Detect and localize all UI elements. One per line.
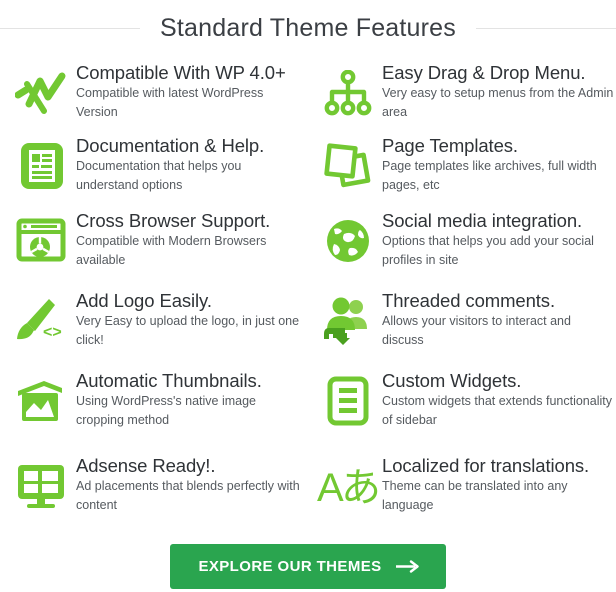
explore-our-themes-button[interactable]: EXPLORE OUR THEMES — [170, 543, 446, 589]
users-reply-icon — [314, 292, 382, 350]
browser-window-icon — [8, 212, 76, 270]
feature-item[interactable]: Social media integration. Options that h… — [312, 204, 616, 284]
feature-description: Compatible with latest WordPress Version — [76, 86, 264, 120]
feature-text: Page Templates. Page templates like arch… — [382, 135, 614, 196]
header-divider-right — [476, 27, 616, 29]
paintbrush-code-icon: <> — [8, 292, 76, 350]
feature-item[interactable]: Threaded comments. Allows your visitors … — [312, 284, 616, 364]
header-divider-left — [0, 27, 141, 29]
feature-description: Page templates like archives, full width… — [382, 158, 597, 193]
feature-item[interactable]: Automatic Thumbnails. Using WordPress's … — [6, 364, 312, 449]
sitemap-icon — [314, 64, 382, 122]
feature-description: Very easy to setup menus from the Admin … — [382, 86, 614, 120]
feature-title: Localized for translations. — [382, 454, 590, 476]
feature-text: Social media integration. Options that h… — [382, 210, 614, 271]
feature-text: Custom Widgets. Custom widgets that exte… — [382, 370, 614, 431]
feature-title: Cross Browser Support. — [76, 209, 271, 231]
feature-title: Social media integration. — [382, 209, 583, 231]
features-grid: Compatible With WP 4.0+ Compatible with … — [0, 56, 616, 534]
feature-title: Compatible With WP 4.0+ — [76, 62, 286, 83]
globe-icon — [314, 212, 382, 270]
feature-title: Page Templates. — [382, 134, 518, 156]
section-header: Standard Theme Features — [0, 0, 616, 56]
widget-list-icon — [314, 372, 382, 430]
feature-text: Threaded comments. Allows your visitors … — [382, 290, 614, 351]
monitor-grid-icon — [8, 457, 76, 515]
feature-text: Easy Drag & Drop Menu. Very easy to setu… — [382, 62, 614, 123]
feature-text: Automatic Thumbnails. Using WordPress's … — [76, 370, 304, 431]
feature-description: Custom widgets that extends functionalit… — [382, 393, 612, 428]
feature-description: Documentation that helps you understand … — [76, 158, 242, 193]
feature-title: Add Logo Easily. — [76, 289, 212, 311]
document-icon — [8, 137, 76, 195]
cta-row: EXPLORE OUR THEMES — [0, 543, 616, 589]
translate-icon: A あ — [314, 457, 382, 515]
feature-description: Using WordPress's native image cropping … — [76, 393, 257, 428]
feature-description: Very Easy to upload the logo, in just on… — [76, 313, 300, 348]
feature-description: Compatible with Modern Browsers availabl… — [76, 233, 267, 268]
feature-title: Easy Drag & Drop Menu. — [382, 62, 586, 83]
feature-item[interactable]: Page Templates. Page templates like arch… — [312, 129, 616, 204]
feature-title: Custom Widgets. — [382, 369, 522, 391]
feature-description: Options that helps you add your social p… — [382, 233, 594, 268]
pages-stack-icon — [314, 137, 382, 195]
feature-text: Documentation & Help. Documentation that… — [76, 135, 304, 196]
feature-text: Add Logo Easily. Very Easy to upload the… — [76, 290, 304, 351]
feature-text: Compatible With WP 4.0+ Compatible with … — [76, 62, 304, 123]
svg-text:あ: あ — [341, 465, 379, 511]
line-chart-icon — [8, 64, 76, 122]
feature-item[interactable]: Documentation & Help. Documentation that… — [6, 129, 312, 204]
feature-title: Adsense Ready!. — [76, 454, 216, 476]
cta-label: EXPLORE OUR THEMES — [198, 557, 382, 575]
arrow-right-icon — [395, 560, 420, 573]
feature-description: Theme can be translated into any languag… — [382, 478, 568, 513]
feature-item[interactable]: Cross Browser Support. Compatible with M… — [6, 204, 312, 284]
feature-description: Ad placements that blends perfectly with… — [76, 478, 300, 513]
feature-title: Threaded comments. — [382, 289, 556, 311]
feature-item[interactable]: A あ Localized for translations. Theme ca… — [312, 449, 616, 534]
feature-text: Cross Browser Support. Compatible with M… — [76, 210, 304, 271]
feature-item[interactable]: Easy Drag & Drop Menu. Very easy to setu… — [312, 56, 616, 129]
feature-description: Allows your visitors to interact and dis… — [382, 313, 571, 348]
svg-text:<>: <> — [43, 324, 62, 341]
svg-text:A: A — [317, 466, 344, 510]
feature-text: Adsense Ready!. Ad placements that blend… — [76, 455, 304, 516]
feature-item[interactable]: <> Add Logo Easily. Very Easy to upload … — [6, 284, 312, 364]
feature-item[interactable]: Adsense Ready!. Ad placements that blend… — [6, 449, 312, 534]
feature-title: Documentation & Help. — [76, 134, 265, 156]
feature-title: Automatic Thumbnails. — [76, 369, 262, 391]
feature-text: Localized for translations. Theme can be… — [382, 455, 614, 516]
images-stack-icon — [8, 372, 76, 430]
feature-item[interactable]: Custom Widgets. Custom widgets that exte… — [312, 364, 616, 449]
page-title: Standard Theme Features — [160, 13, 456, 42]
feature-item[interactable]: Compatible With WP 4.0+ Compatible with … — [6, 56, 312, 129]
